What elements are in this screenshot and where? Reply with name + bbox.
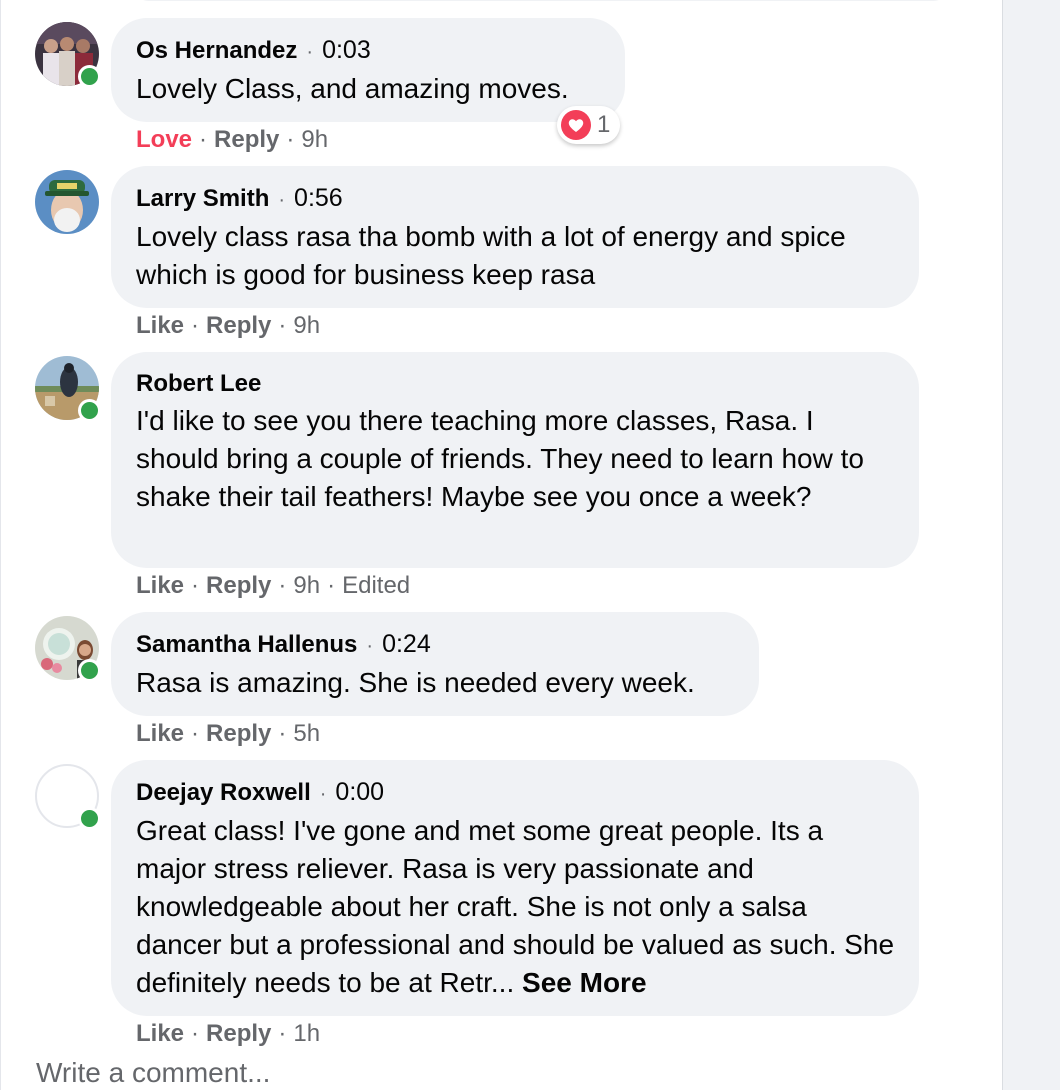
comment-bubble: Deejay Roxwell · 0:00 Great class! I've go… (111, 760, 919, 1016)
love-button[interactable]: Love (136, 126, 192, 153)
comment-bubble: Os Hernandez · 0:03 Lovely Class, and amaz… (111, 18, 625, 122)
reply-button[interactable]: Reply (206, 720, 271, 747)
comment-bubble: Robert Lee I'd like to see you there tea… (111, 352, 919, 568)
separator-dot: · (366, 635, 374, 657)
comment-age[interactable]: 9h (293, 572, 320, 599)
comment-age[interactable]: 1h (293, 1020, 320, 1047)
separator-dot: · (278, 312, 287, 339)
comment-age[interactable]: 9h (293, 312, 320, 339)
separator-dot: · (278, 572, 287, 599)
like-button[interactable]: Like (136, 1020, 184, 1047)
like-button[interactable]: Like (136, 572, 184, 599)
author-line: Larry Smith · 0:56 (136, 183, 895, 215)
see-more-link[interactable]: See More (522, 967, 647, 998)
like-button[interactable]: Like (136, 312, 184, 339)
comment-text: Great class! I've gone and met some grea… (136, 812, 895, 1002)
separator-dot: · (278, 189, 286, 211)
comment-text: Lovely Class, and amazing moves. (136, 73, 569, 104)
author-line: Samantha Hallenus · 0:24 (136, 629, 735, 661)
separator-dot: · (286, 126, 295, 153)
online-status-dot (78, 807, 101, 830)
previous-comment-bubble-edge (131, 0, 951, 1)
comment-actions: Love · Reply · 9h (136, 125, 328, 155)
reaction-count-badge[interactable]: 1 (557, 106, 621, 144)
reply-button[interactable]: Reply (206, 312, 271, 339)
separator-dot: · (191, 312, 200, 339)
comment-bubble: Larry Smith · 0:56 Lovely class rasa tha b… (111, 166, 919, 308)
separator-dot: · (191, 720, 200, 747)
author-line: Os Hernandez · 0:03 (136, 35, 601, 67)
author-name[interactable]: Samantha Hallenus (136, 631, 357, 658)
separator-dot: · (306, 41, 314, 63)
comment-text-body: Great class! I've gone and met some grea… (136, 815, 895, 998)
comment-text: Rasa is amazing. She is needed every wee… (136, 667, 695, 698)
comment-age[interactable]: 9h (301, 126, 328, 153)
reply-button[interactable]: Reply (206, 572, 271, 599)
video-timestamp[interactable]: 0:56 (294, 184, 343, 212)
author-name[interactable]: Larry Smith (136, 185, 269, 212)
video-timestamp[interactable]: 0:24 (382, 630, 431, 658)
comment-bubble: Samantha Hallenus · 0:24 Rasa is amazing. … (111, 612, 759, 716)
separator-dot: · (191, 1020, 200, 1047)
author-name[interactable]: Robert Lee (136, 370, 261, 397)
like-button[interactable]: Like (136, 720, 184, 747)
video-timestamp[interactable]: 0:00 (335, 778, 384, 806)
comment-actions: Like · Reply · 9h · Edited (136, 571, 410, 601)
separator-dot: · (191, 572, 200, 599)
comment-actions: Like · Reply · 1h (136, 1019, 320, 1049)
reply-button[interactable]: Reply (206, 1020, 271, 1047)
author-line: Deejay Roxwell · 0:00 (136, 777, 895, 809)
separator-dot: · (278, 720, 287, 747)
comment-age[interactable]: 5h (293, 720, 320, 747)
comment-actions: Like · Reply · 9h (136, 311, 320, 341)
author-line: Robert Lee (136, 369, 895, 399)
comment-actions: Like · Reply · 5h (136, 719, 320, 749)
right-sidebar (1002, 0, 1060, 1090)
separator-dot: · (278, 1020, 287, 1047)
video-timestamp[interactable]: 0:03 (322, 36, 371, 64)
edited-label[interactable]: Edited (342, 572, 410, 599)
author-name[interactable]: Deejay Roxwell (136, 779, 311, 806)
author-name[interactable]: Os Hernandez (136, 37, 297, 64)
separator-dot: · (319, 783, 327, 805)
write-comment-input[interactable]: Write a comment... (36, 1056, 270, 1090)
online-status-dot (78, 65, 101, 88)
avatar[interactable] (35, 170, 99, 234)
reply-button[interactable]: Reply (214, 126, 279, 153)
comment-text: Lovely class rasa tha bomb with a lot of… (136, 221, 846, 290)
online-status-dot (78, 659, 101, 682)
online-status-dot (78, 399, 101, 422)
reaction-count: 1 (597, 111, 611, 138)
love-reaction-icon (561, 110, 591, 140)
comment-text: I'd like to see you there teaching more … (136, 405, 864, 512)
separator-dot: · (199, 126, 208, 153)
separator-dot: · (327, 572, 336, 599)
comments-panel: Os Hernandez · 0:03 Lovely Class, and amaz… (0, 0, 1002, 1090)
